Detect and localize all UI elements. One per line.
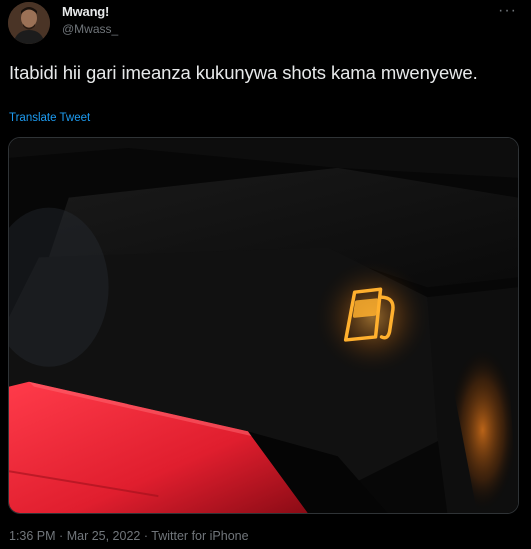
tweet-card: Mwang! @Mwass_ ··· Itabidi hii gari imea…: [0, 0, 531, 549]
dashboard-photo: [9, 138, 518, 513]
tweet-source[interactable]: Twitter for iPhone: [151, 529, 248, 543]
tweet-meta: 1:36 PM · Mar 25, 2022 · Twitter for iPh…: [9, 529, 249, 543]
author-names: Mwang! @Mwass_: [62, 4, 118, 37]
avatar-image: [8, 2, 50, 44]
tweet-time[interactable]: 1:36 PM: [9, 529, 56, 543]
meta-separator-2: ·: [143, 529, 149, 543]
author-display-name[interactable]: Mwang!: [62, 4, 118, 20]
more-horizontal-icon[interactable]: ···: [498, 2, 517, 20]
avatar[interactable]: [8, 2, 50, 44]
translate-tweet-link[interactable]: Translate Tweet: [9, 112, 90, 124]
author-handle[interactable]: @Mwass_: [62, 21, 118, 37]
tweet-photo[interactable]: [8, 137, 519, 514]
meta-separator: ·: [59, 529, 64, 543]
tweet-date[interactable]: Mar 25, 2022: [67, 529, 141, 543]
tweet-text: Itabidi hii gari imeanza kukunywa shots …: [9, 62, 478, 83]
